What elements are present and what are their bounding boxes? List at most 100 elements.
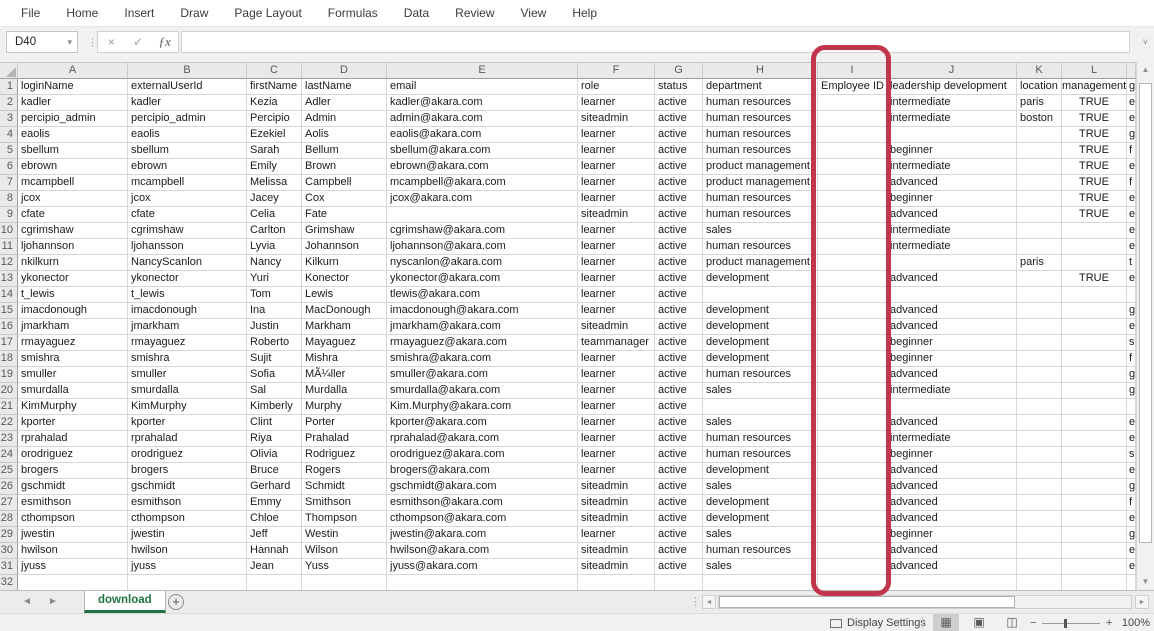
cell[interactable]: kporter@akara.com <box>387 415 578 431</box>
cell[interactable]: gschmidt <box>18 479 128 495</box>
cell[interactable]: learner <box>578 143 655 159</box>
row-header-2[interactable]: 2 <box>0 95 18 111</box>
cell[interactable]: NancyScanlon <box>128 255 247 271</box>
menu-item-draw[interactable]: Draw <box>167 6 221 20</box>
cell[interactable]: cthompson@akara.com <box>387 511 578 527</box>
cell[interactable]: product management <box>703 159 818 175</box>
cell[interactable]: MÃ¼ller <box>302 367 387 383</box>
cell[interactable]: kporter <box>128 415 247 431</box>
row-header-5[interactable]: 5 <box>0 143 18 159</box>
cell[interactable]: active <box>655 175 703 191</box>
cell[interactable]: Melissa <box>247 175 302 191</box>
cell[interactable]: cgrimshaw <box>128 223 247 239</box>
cell[interactable]: g <box>1127 479 1136 495</box>
cell[interactable] <box>818 271 887 287</box>
cell[interactable]: development <box>703 271 818 287</box>
cell[interactable]: e <box>1127 95 1136 111</box>
cell[interactable]: active <box>655 527 703 543</box>
column-header-F[interactable]: F <box>578 62 655 79</box>
cell[interactable]: imacdonough <box>128 303 247 319</box>
name-box-dropdown-icon[interactable]: ▾ <box>67 32 72 52</box>
cell[interactable]: active <box>655 319 703 335</box>
cell[interactable]: beginner <box>887 335 1017 351</box>
cell[interactable]: sales <box>703 415 818 431</box>
menu-item-help[interactable]: Help <box>559 6 610 20</box>
cell[interactable]: intermediate <box>887 431 1017 447</box>
cell[interactable] <box>1017 351 1062 367</box>
cell[interactable]: g <box>1127 303 1136 319</box>
cell[interactable]: brogers <box>128 463 247 479</box>
cell[interactable]: ykonector <box>128 271 247 287</box>
column-header-G[interactable]: G <box>655 62 703 79</box>
cell[interactable]: smishra <box>128 351 247 367</box>
cell[interactable] <box>1062 367 1127 383</box>
cell[interactable]: sales <box>703 559 818 575</box>
cell[interactable]: hwilson@akara.com <box>387 543 578 559</box>
cell[interactable]: beginner <box>887 447 1017 463</box>
cell[interactable]: lastName <box>302 79 387 95</box>
cell[interactable]: learner <box>578 415 655 431</box>
column-header-B[interactable]: B <box>128 62 247 79</box>
cell[interactable]: Olivia <box>247 447 302 463</box>
display-settings-button[interactable]: Display Settings <box>830 614 926 631</box>
cell[interactable]: boston <box>1017 111 1062 127</box>
cell[interactable]: esmithson <box>18 495 128 511</box>
cell[interactable]: active <box>655 255 703 271</box>
cell[interactable]: e <box>1127 431 1136 447</box>
cell[interactable]: development <box>703 463 818 479</box>
cell[interactable]: active <box>655 95 703 111</box>
cell[interactable]: jyuss@akara.com <box>387 559 578 575</box>
cell[interactable] <box>818 575 887 590</box>
cell[interactable]: f <box>1127 175 1136 191</box>
cell[interactable]: Hannah <box>247 543 302 559</box>
cancel-icon[interactable]: × <box>99 35 123 49</box>
cell[interactable]: rprahalad@akara.com <box>387 431 578 447</box>
cell[interactable]: eaolis <box>128 127 247 143</box>
column-header-clipped[interactable] <box>1127 62 1136 79</box>
insert-function-icon[interactable]: ƒx <box>153 34 177 50</box>
row-header-11[interactable]: 11 <box>0 239 18 255</box>
cell[interactable]: learner <box>578 239 655 255</box>
cell[interactable]: hwilson <box>18 543 128 559</box>
row-header-9[interactable]: 9 <box>0 207 18 223</box>
cell[interactable]: Porter <box>302 415 387 431</box>
cell[interactable]: cfate <box>18 207 128 223</box>
cell[interactable]: development <box>703 319 818 335</box>
cell[interactable]: Sofia <box>247 367 302 383</box>
cell[interactable]: siteadmin <box>578 479 655 495</box>
cell[interactable]: active <box>655 271 703 287</box>
row-header-31[interactable]: 31 <box>0 559 18 575</box>
row-header-32[interactable]: 32 <box>0 575 18 590</box>
cell[interactable] <box>1017 287 1062 303</box>
cell[interactable]: human resources <box>703 191 818 207</box>
cell[interactable]: human resources <box>703 239 818 255</box>
cell[interactable]: cgrimshaw@akara.com <box>387 223 578 239</box>
cell[interactable]: jwestin <box>128 527 247 543</box>
cell[interactable] <box>1017 463 1062 479</box>
cell[interactable] <box>1062 447 1127 463</box>
cell[interactable]: siteadmin <box>578 559 655 575</box>
cell[interactable] <box>1062 415 1127 431</box>
cell[interactable]: ebrown@akara.com <box>387 159 578 175</box>
cell[interactable] <box>1017 447 1062 463</box>
cell[interactable]: rmayaguez <box>18 335 128 351</box>
cell[interactable]: learner <box>578 399 655 415</box>
cell[interactable]: development <box>703 495 818 511</box>
cell[interactable] <box>1127 287 1136 303</box>
cell[interactable]: human resources <box>703 95 818 111</box>
cell[interactable]: active <box>655 399 703 415</box>
scroll-down-icon[interactable]: ▼ <box>1137 574 1154 590</box>
cell[interactable]: Johannson <box>302 239 387 255</box>
cell[interactable]: active <box>655 191 703 207</box>
cell[interactable]: e <box>1127 191 1136 207</box>
cell[interactable]: active <box>655 543 703 559</box>
cell[interactable] <box>1062 383 1127 399</box>
cell[interactable]: jcox <box>128 191 247 207</box>
row-header-14[interactable]: 14 <box>0 287 18 303</box>
cell[interactable]: kadler <box>128 95 247 111</box>
cell[interactable]: Kimberly <box>247 399 302 415</box>
cell[interactable]: Clint <box>247 415 302 431</box>
cell[interactable]: beginner <box>887 143 1017 159</box>
cell[interactable]: learner <box>578 351 655 367</box>
cell[interactable] <box>818 511 887 527</box>
